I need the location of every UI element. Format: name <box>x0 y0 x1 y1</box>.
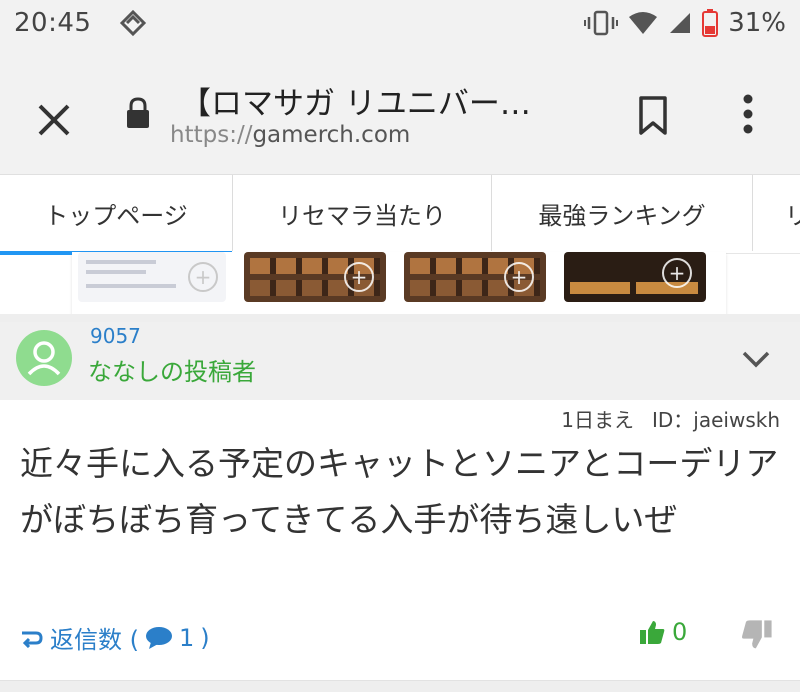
tab-label: トップページ <box>44 201 188 230</box>
wifi-icon <box>629 12 658 34</box>
section-divider <box>0 680 800 692</box>
tab-reroll[interactable]: リセマラ当たり <box>233 175 492 251</box>
section-divider <box>0 314 800 322</box>
author-name: ななしの投稿者 <box>88 358 256 386</box>
status-indicators: 31% <box>584 8 786 38</box>
like-count: 0 <box>672 618 688 646</box>
posted-time: 1日まえ <box>561 408 634 432</box>
reply-arrow-icon <box>22 631 43 648</box>
url-scheme: https:// <box>170 122 253 148</box>
reply-count: 1 <box>179 623 195 652</box>
comment-body: 近々手に入る予定のキャットとソニアとコーデリアがぼちぼち育ってきてる入手が待ち遠… <box>20 444 779 539</box>
reply-suffix: ) <box>200 623 210 652</box>
close-icon[interactable] <box>28 94 80 146</box>
vibrate-icon <box>584 10 619 36</box>
page-url[interactable]: https://gamerch.com <box>170 122 410 148</box>
lock-icon[interactable] <box>124 96 152 130</box>
chevron-down-icon[interactable] <box>738 345 774 373</box>
thumbs-down-icon[interactable] <box>740 618 774 652</box>
signal-icon <box>670 13 691 33</box>
comment-number[interactable]: 9057 <box>90 324 141 348</box>
reply-label: 返信数 ( <box>50 626 139 654</box>
more-options-icon[interactable] <box>730 88 766 140</box>
tab-label: 最強ランキング <box>538 201 706 230</box>
user-id: ID：jaeiwskh <box>651 408 780 432</box>
site-nav-tabs: トップページ リセマラ当たり 最強ランキング リ <box>0 174 800 255</box>
user-icon <box>27 341 61 376</box>
battery-percent: 31% <box>728 8 786 38</box>
speech-bubble-icon <box>146 626 172 649</box>
tab-top-page[interactable]: トップページ <box>0 175 233 251</box>
zoom-icon: + <box>504 262 534 292</box>
battery-icon <box>702 9 719 37</box>
status-time: 20:45 <box>14 8 92 38</box>
avatar <box>16 330 72 386</box>
reply-count-link[interactable]: 返信数 ( 1) <box>20 620 210 655</box>
zoom-icon: + <box>188 262 218 292</box>
zoom-icon: + <box>344 262 374 292</box>
status-bar: 20:45 31% <box>0 0 800 48</box>
sync-app-icon <box>119 9 147 37</box>
image-thumbnail[interactable]: + <box>404 252 546 302</box>
image-thumbnail-strip: + + + + <box>72 252 726 314</box>
image-thumbnail[interactable]: + <box>244 252 386 302</box>
image-thumbnail[interactable]: + <box>564 252 706 302</box>
tab-label: リ <box>785 201 800 230</box>
zoom-icon: + <box>662 258 692 288</box>
page-title[interactable]: 【ロマサガ リユニバー… <box>180 78 580 123</box>
url-host: gamerch.com <box>252 122 411 148</box>
tab-more[interactable]: リ <box>753 175 800 251</box>
bookmark-icon[interactable] <box>630 92 676 138</box>
tab-label: リセマラ当たり <box>278 201 446 230</box>
like-button[interactable]: 0 <box>638 618 687 646</box>
thumbs-up-icon <box>640 621 665 644</box>
image-thumbnail[interactable]: + <box>78 252 226 302</box>
tab-ranking[interactable]: 最強ランキング <box>492 175 753 251</box>
comment-meta: 1日まえ ID：jaeiwskh <box>561 404 780 433</box>
